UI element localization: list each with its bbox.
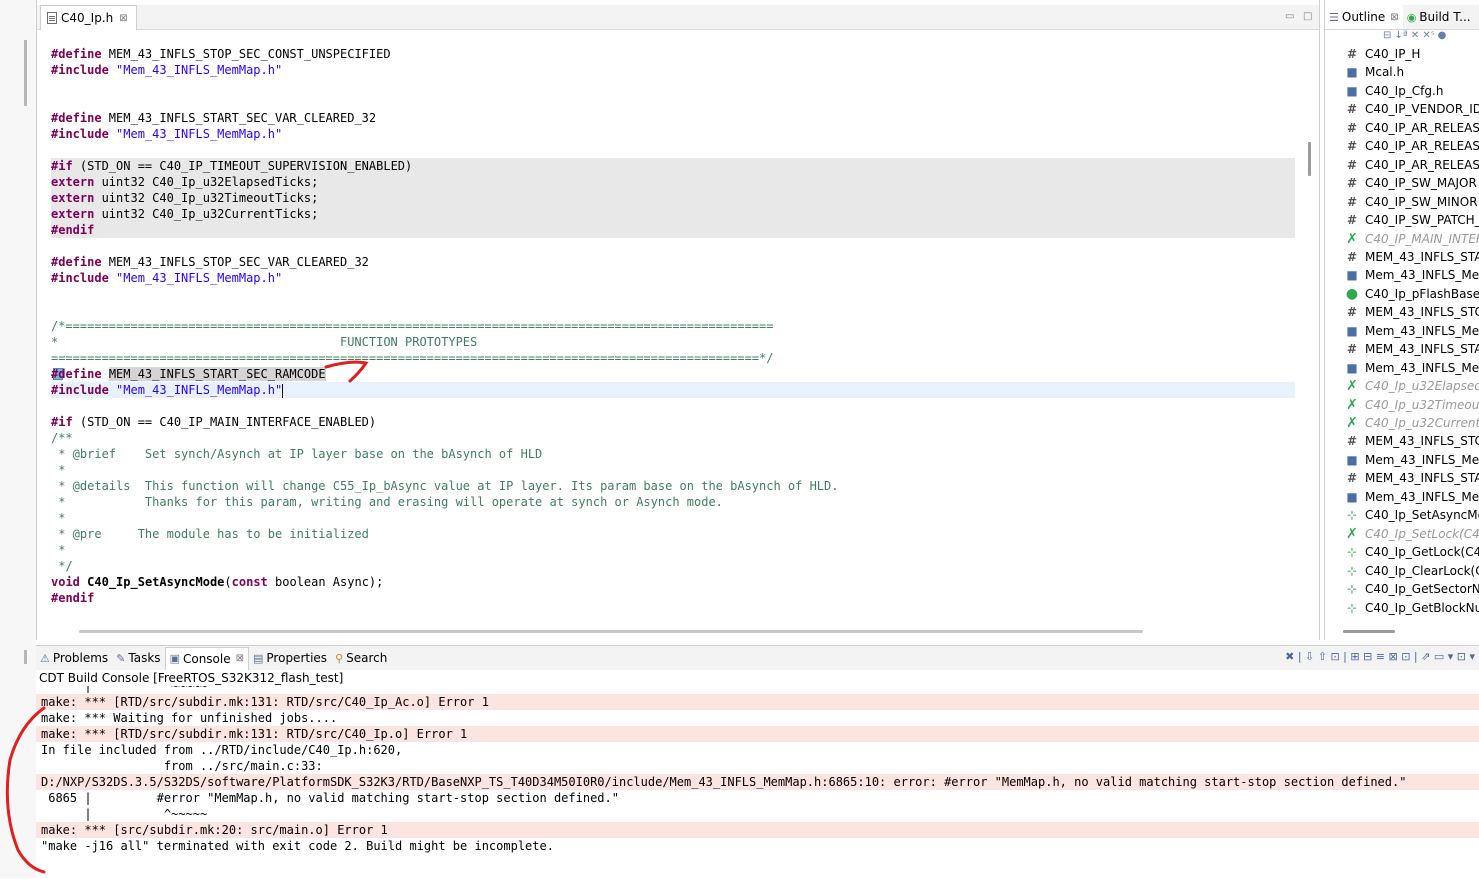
red-annotation-stroke <box>324 360 369 383</box>
red-annotation-bracket <box>5 706 46 874</box>
red-annotation-overlay <box>5 360 369 874</box>
